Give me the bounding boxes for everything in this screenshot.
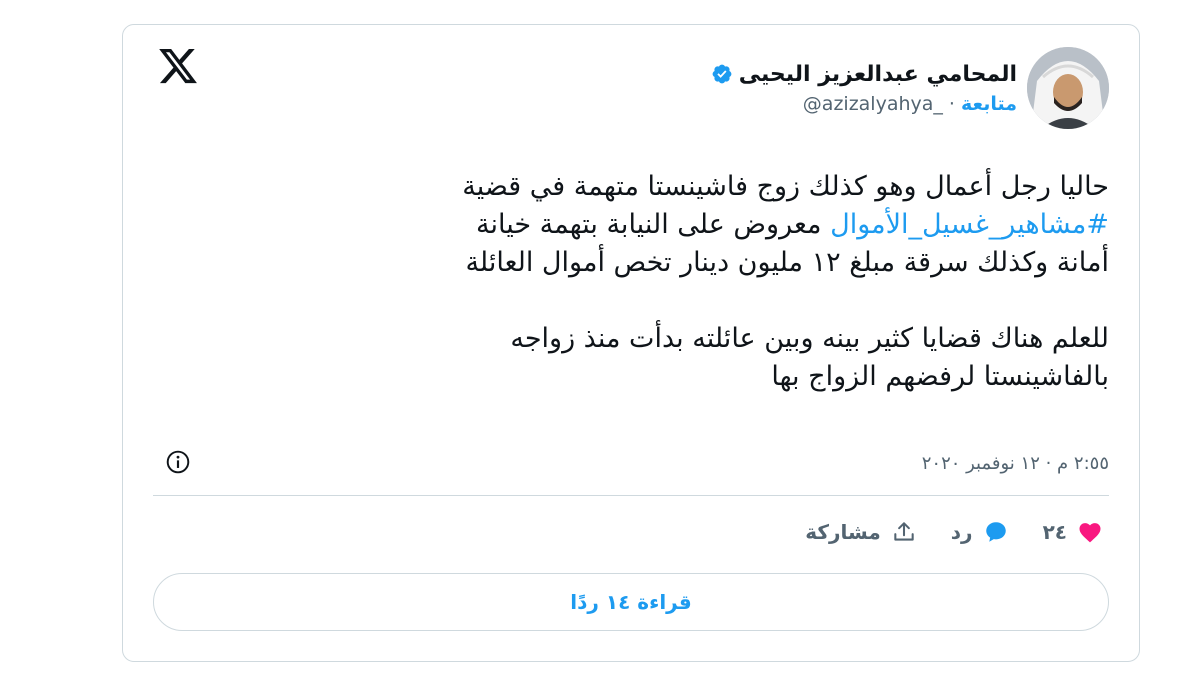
author-header: المحامي عبدالعزيز اليحيى متابعة · @aziza… xyxy=(711,47,1109,129)
tweet-line-text: معروض على النيابة بتهمة خيانة xyxy=(476,209,831,240)
hashtag-link[interactable]: #مشاهير_غسيل_الأموال xyxy=(830,209,1109,240)
tweet-card[interactable]: المحامي عبدالعزيز اليحيى متابعة · @aziza… xyxy=(122,24,1140,662)
share-icon xyxy=(894,522,914,541)
heart-icon xyxy=(1079,523,1101,543)
author-info: المحامي عبدالعزيز اليحيى متابعة · @aziza… xyxy=(711,62,1017,115)
tweet-line: أمانة وكذلك سرقة مبلغ ١٢ مليون دينار تخص… xyxy=(465,247,1109,278)
tweet-text: حاليا رجل أعمال وهو كذلك زوج فاشينستا مت… xyxy=(179,168,1109,396)
info-icon[interactable] xyxy=(165,449,191,475)
tweet-line: بالفاشينستا لرفضهم الزواج بها xyxy=(771,361,1109,392)
reply-label: رد xyxy=(950,520,973,544)
reply-button[interactable]: رد xyxy=(951,519,1009,545)
tweet-line: للعلم هناك قضايا كثير بينه وبين عائلته ب… xyxy=(510,323,1109,354)
avatar-image xyxy=(1027,47,1109,129)
like-count: ٢٤ xyxy=(1042,520,1067,544)
divider xyxy=(153,495,1109,496)
tweet-timestamp[interactable]: ٢:٥٥ م · ١٢ نوفمبر ٢٠٢٠ xyxy=(922,453,1109,474)
tweet-line: #مشاهير_غسيل_الأموال معروض على النيابة ب… xyxy=(179,206,1109,244)
tweet-line: حاليا رجل أعمال وهو كذلك زوج فاشينستا مت… xyxy=(462,171,1109,202)
action-bar: ٢٤ رد مشاركة xyxy=(805,519,1103,545)
like-button[interactable]: ٢٤ xyxy=(1043,519,1103,545)
share-label: مشاركة xyxy=(805,520,881,544)
author-name[interactable]: المحامي عبدالعزيز اليحيى xyxy=(739,62,1017,87)
share-button[interactable]: مشاركة xyxy=(805,519,917,545)
reply-bubble-icon xyxy=(985,522,1006,542)
verified-badge-icon xyxy=(712,64,732,84)
read-replies-button[interactable]: قراءة ١٤ ردًا xyxy=(153,573,1109,631)
separator-dot: · xyxy=(948,92,955,115)
x-logo-icon[interactable] xyxy=(157,45,199,87)
follow-link[interactable]: متابعة xyxy=(961,93,1017,115)
avatar[interactable] xyxy=(1027,47,1109,129)
author-handle[interactable]: @azizalyahya_ xyxy=(803,93,943,115)
